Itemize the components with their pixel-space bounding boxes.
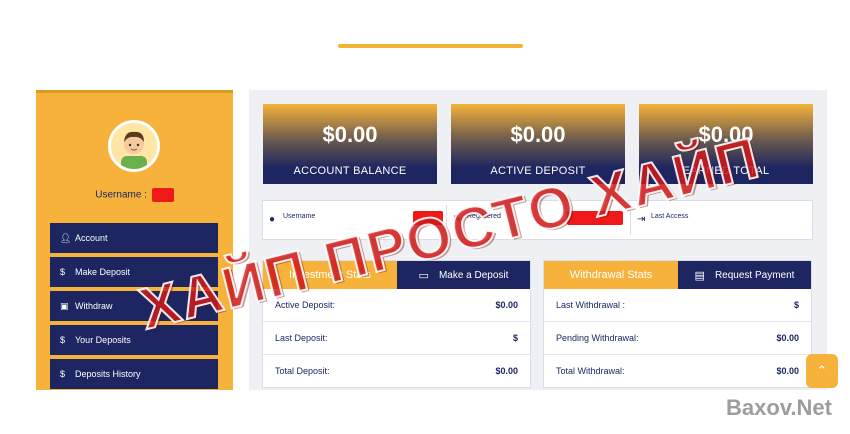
row-label: Last Deposit:	[275, 333, 328, 343]
request-payment-button[interactable]: ▤ Request Payment	[678, 261, 811, 289]
user-icon: 👤︎	[60, 232, 72, 243]
money-icon: ▤	[694, 269, 705, 282]
withdrawal-stats-panel: Withdrawal Stats ▤ Request Payment Last …	[543, 260, 812, 388]
user-icon: ●	[269, 214, 276, 225]
row-label: Pending Withdrawal:	[556, 333, 639, 343]
table-row: Last Withdrawal : $	[544, 289, 811, 322]
sidebar-item-account[interactable]: 👤︎ Account	[50, 223, 218, 253]
scroll-to-top-button[interactable]: ⌃	[806, 354, 838, 388]
row-value: $	[512, 333, 518, 343]
row-value: $0.00	[776, 333, 799, 343]
stat-label: ACCOUNT BALANCE	[293, 165, 407, 177]
header-accent-bar	[338, 44, 523, 48]
username-label: Username :	[95, 189, 147, 201]
dollar-icon: $	[60, 267, 66, 277]
dollar-icon: $	[60, 369, 66, 379]
account-balance-card: $0.00 ACCOUNT BALANCE	[263, 104, 437, 184]
button-label: Make a Deposit	[438, 269, 509, 281]
dollar-icon: $	[60, 335, 66, 345]
row-value: $	[793, 300, 799, 310]
username-redaction	[151, 188, 174, 202]
avatar-icon	[111, 123, 157, 169]
table-row: Pending Withdrawal: $0.00	[544, 322, 811, 355]
sidebar-item-label: Make Deposit	[75, 267, 131, 277]
panel-header: Withdrawal Stats ▤ Request Payment	[544, 261, 811, 289]
row-value: $0.00	[495, 300, 518, 310]
row-label: Last Withdrawal :	[556, 300, 626, 310]
button-label: Request Payment	[714, 269, 795, 281]
table-row: Total Deposit: $0.00	[263, 355, 530, 387]
sidebar-item-label: Account	[75, 233, 108, 243]
avatar[interactable]	[108, 120, 160, 172]
table-row: Total Withdrawal: $0.00	[544, 355, 811, 387]
sidebar: Username : 👤︎ Account $ Make Deposit ▣ W…	[36, 90, 233, 393]
stat-value: $0.00	[322, 122, 378, 147]
site-watermark: Baxov.Net	[726, 395, 832, 420]
withdrawal-stats-tab[interactable]: Withdrawal Stats	[544, 261, 678, 289]
wallet-icon: ▣	[60, 300, 69, 311]
table-row: Last Deposit: $	[263, 322, 530, 355]
row-label: Total Deposit:	[275, 366, 330, 376]
username-row: Username :	[36, 188, 233, 202]
row-value: $0.00	[495, 366, 518, 376]
stat-value: $0.00	[510, 122, 566, 147]
sidebar-item-label: Deposits History	[75, 369, 141, 379]
chevron-up-icon: ⌃	[816, 363, 828, 378]
sidebar-item-deposits-history[interactable]: $ Deposits History	[50, 359, 218, 389]
row-label: Total Withdrawal:	[556, 366, 625, 376]
row-value: $0.00	[776, 366, 799, 376]
info-label: Username	[283, 213, 316, 220]
